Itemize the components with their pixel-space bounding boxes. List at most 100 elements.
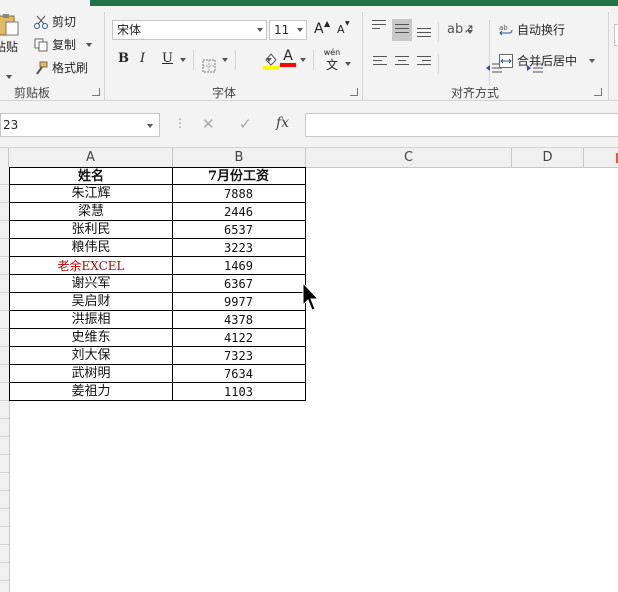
name-box-arrow[interactable]	[147, 124, 153, 128]
group-divider-3	[608, 12, 609, 100]
alignment-dialog-launcher[interactable]	[594, 88, 602, 96]
column-header-d[interactable]: D	[512, 148, 584, 167]
phonetic-dropdown-arrow[interactable]	[345, 62, 351, 66]
wrap-text-button[interactable]: ab 自动换行	[499, 21, 565, 38]
cut-button[interactable]: 剪切	[34, 13, 76, 30]
bottom-align-icon[interactable]	[417, 28, 431, 40]
number-format-combo-edge[interactable]	[614, 24, 618, 46]
underline-button[interactable]: U	[162, 51, 173, 66]
bold-button[interactable]: B	[118, 51, 129, 66]
middle-align-icon[interactable]	[392, 19, 412, 41]
font-size-arrow[interactable]	[297, 28, 303, 32]
copy-icon	[34, 38, 48, 52]
font-color-letter: A	[283, 48, 293, 64]
font-group-label: 字体	[212, 86, 237, 100]
table-row-salary-cell[interactable]: 4122	[172, 329, 306, 347]
font-size-value: 11	[274, 23, 290, 37]
table-row-name-cell[interactable]: 武树明	[9, 365, 173, 383]
borders-icon[interactable]	[202, 59, 216, 73]
borders-dropdown-arrow[interactable]	[222, 58, 228, 62]
column-header-a[interactable]: A	[9, 148, 173, 167]
group-divider-2	[362, 12, 363, 100]
fill-color-dropdown-arrow[interactable]	[266, 58, 272, 62]
formula-input[interactable]	[305, 113, 618, 137]
shrink-font-button[interactable]: A	[337, 23, 345, 36]
table-row-name-cell[interactable]: 张利民	[9, 221, 173, 239]
align-separator-2	[489, 20, 490, 86]
header-cell-salary[interactable]: 7月份工资	[172, 167, 306, 185]
font-color-button[interactable]: A	[280, 48, 296, 70]
phonetic-pinyin: wén	[323, 48, 341, 57]
phonetic-char: 文	[325, 58, 338, 72]
table-row-salary-cell[interactable]: 9977	[172, 293, 306, 311]
grow-font-button[interactable]: A	[314, 21, 324, 37]
font-separator-3	[313, 50, 314, 70]
table-row-name-cell[interactable]: 梁慧	[9, 203, 173, 221]
formula-bar-grip[interactable]: ⋮	[174, 116, 186, 130]
name-box[interactable]: 23	[0, 113, 160, 137]
column-header-e[interactable]	[584, 148, 618, 167]
table-row-name-cell[interactable]: 洪振相	[9, 311, 173, 329]
table-row-name-cell[interactable]: 谢兴军	[9, 275, 173, 293]
orientation-dropdown-arrow[interactable]	[467, 30, 473, 34]
group-divider	[104, 12, 105, 100]
font-color-dropdown-arrow[interactable]	[300, 58, 306, 62]
font-name-value: 宋体	[117, 23, 142, 37]
paste-label: 粘贴	[0, 40, 19, 54]
table-row-salary-cell[interactable]: 1469	[172, 257, 306, 275]
table-row-name-cell[interactable]: 史维东	[9, 329, 173, 347]
paste-dropdown-arrow[interactable]	[6, 68, 12, 82]
table-row-salary-cell[interactable]: 7888	[172, 185, 306, 203]
table-row-name-cell[interactable]: 朱江辉	[9, 185, 173, 203]
confirm-edit-button[interactable]: ✓	[239, 115, 252, 133]
format-painter-button[interactable]: 格式刷	[34, 59, 88, 76]
select-all-corner[interactable]	[0, 148, 9, 167]
merge-center-label: 合并后居中	[517, 54, 578, 68]
table-row-salary-cell[interactable]: 1103	[172, 383, 306, 401]
table-row-salary-cell[interactable]: 6537	[172, 221, 306, 239]
cut-label: 剪切	[52, 15, 77, 29]
font-size-combo[interactable]: 11	[269, 20, 307, 40]
align-left-icon[interactable]	[373, 56, 387, 68]
clipboard-group-label: 剪贴板	[14, 86, 51, 100]
table-row-salary-cell[interactable]: 6367	[172, 275, 306, 293]
font-dialog-launcher[interactable]	[350, 88, 358, 96]
italic-button[interactable]: I	[140, 51, 145, 66]
table-row-name-cell[interactable]: 老余EXCEL	[9, 257, 173, 275]
copy-button[interactable]: 复制	[34, 36, 93, 53]
alignment-group-label: 对齐方式	[451, 86, 500, 100]
table-row-salary-cell[interactable]: 3223	[172, 239, 306, 257]
table-row-salary-cell[interactable]: 7323	[172, 347, 306, 365]
header-cell-name[interactable]: 姓名	[9, 167, 173, 185]
clipboard-dialog-launcher[interactable]	[92, 88, 100, 96]
align-right-icon[interactable]	[417, 56, 431, 68]
phonetic-guide-button[interactable]: wén 文	[321, 48, 343, 72]
font-separator-2	[235, 50, 236, 70]
align-separator-3	[438, 54, 439, 74]
clipboard-icon	[0, 12, 20, 36]
merge-center-button[interactable]: 合并后居中	[499, 52, 596, 69]
table-row-name-cell[interactable]: 粮伟民	[9, 239, 173, 257]
font-name-combo[interactable]: 宋体	[112, 20, 267, 40]
copy-dropdown-arrow[interactable]	[86, 42, 93, 47]
table-row-name-cell[interactable]: 刘大保	[9, 347, 173, 365]
format-painter-label: 格式刷	[52, 61, 89, 75]
table-row-salary-cell[interactable]: 2446	[172, 203, 306, 221]
merge-center-dropdown-arrow[interactable]	[589, 58, 596, 63]
column-header-c[interactable]: C	[306, 148, 512, 167]
font-name-arrow[interactable]	[257, 28, 263, 32]
underline-dropdown-arrow[interactable]	[180, 58, 186, 62]
column-header-b[interactable]: B	[173, 148, 306, 167]
merge-center-icon	[499, 53, 513, 68]
table-row-name-cell[interactable]: 姜祖力	[9, 383, 173, 401]
paste-button[interactable]: 粘贴	[0, 12, 20, 55]
table-row-salary-cell[interactable]: 7634	[172, 365, 306, 383]
top-align-icon[interactable]	[372, 20, 386, 32]
table-row-name-cell[interactable]: 吴启财	[9, 293, 173, 311]
cancel-edit-button[interactable]: ✕	[202, 115, 215, 133]
svg-text:ab: ab	[499, 24, 508, 32]
insert-function-button[interactable]: fx	[276, 115, 289, 131]
align-center-icon[interactable]	[395, 56, 409, 68]
table-row-salary-cell[interactable]: 4378	[172, 311, 306, 329]
shrink-font-caret: ▼	[345, 20, 350, 27]
